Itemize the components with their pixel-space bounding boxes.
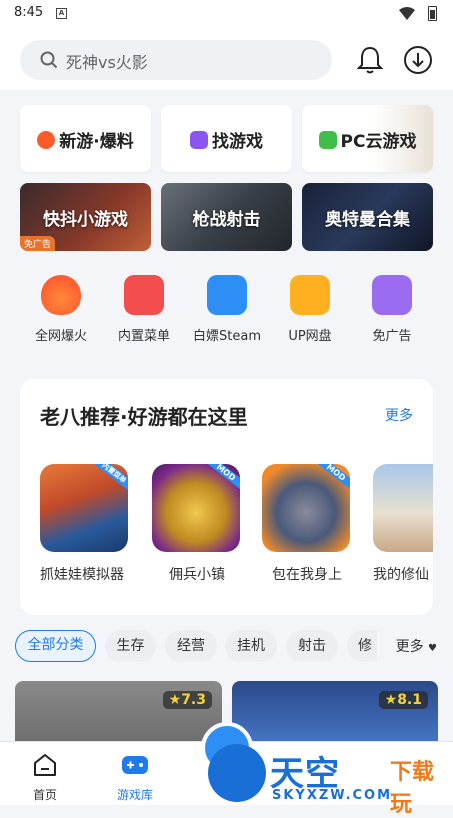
home-icon [34,754,56,776]
gamepad-icon [122,756,148,774]
gamepad-icon [190,131,208,149]
game-badge: MOD [204,464,240,491]
feature-label: UP网盘 [288,329,332,344]
ad-block-icon [372,275,412,315]
watermark-url: SKYXZW.COM [272,788,393,803]
game-name: 我的修仙 [373,567,429,583]
plane-logo-icon [208,744,266,802]
heart-down-icon: ♥ [428,643,437,654]
feature-up-cloud[interactable]: UP网盘 [267,275,353,344]
flame-tiktok-icon [41,275,81,315]
up-cloud-icon [290,275,330,315]
menu-badge-icon [124,275,164,315]
quick-card-label: 找游戏 [212,132,263,152]
category-more-label: 更多 [395,639,424,655]
banner-card-shooter[interactable]: 枪战射击 [161,183,292,251]
banner-label: 快抖小游戏 [43,210,128,230]
game-item[interactable]: MOD 包在我身上 [262,464,352,584]
banner-card-mini-games[interactable]: 快抖小游戏 免广告 [20,183,151,251]
category-chip[interactable]: 修 [347,630,377,662]
recommend-section: 老八推荐·好游都在这里 更多 内置菜单 抓娃娃模拟器 MOD 佣兵小镇 MOD … [20,379,433,615]
game-icon: MOD [262,464,350,552]
star-icon: ★ [168,692,182,708]
banner-card-ultraman[interactable]: 奥特曼合集 [302,183,433,251]
feature-built-in-menu[interactable]: 内置菜单 [101,275,187,344]
rating-badge: ★7.3 [162,691,212,709]
game-icon: 内置菜单 [40,464,128,552]
quick-card-label: 新游·爆料 [59,132,134,152]
game-badge: MOD [314,464,350,491]
battery-icon [428,6,437,21]
rating-value: 8.1 [397,692,422,708]
tab-label: 游戏库 [116,788,153,802]
feature-label: 内置菜单 [117,329,170,344]
category-chip-all[interactable]: 全部分类 [15,630,96,662]
fire-icon [37,131,56,149]
game-badge: 内置菜单 [92,464,128,492]
game-icon: MOD [152,464,240,552]
game-icon [373,464,433,552]
more-link[interactable]: 更多 [385,405,413,425]
feature-no-ads[interactable]: 免广告 [349,275,435,344]
category-chip[interactable]: 挂机 [225,630,277,662]
category-more-button[interactable]: 更多 ♥ [387,636,437,656]
monitor-icon [318,131,337,149]
banner-label: 枪战射击 [192,210,261,230]
feature-label: 免广告 [372,329,412,344]
wifi-icon [399,7,415,20]
search-bar[interactable]: 死神vs火影 [20,40,332,80]
feature-label: 全网爆火 [34,329,87,344]
category-chip[interactable]: 生存 [105,630,156,662]
watermark: 天空 下载玩 SKYXZW.COM [208,744,453,817]
game-name: 佣兵小镇 [169,567,225,583]
category-tabs: 全部分类 生存 经营 挂机 射击 修 更多 ♥ [0,630,453,666]
quick-card-label: PC云游戏 [340,132,417,152]
quick-card-pc-cloud[interactable]: PC云游戏 [302,105,433,172]
status-bar: 8:45 A [0,0,453,28]
watermark-sub: 下载玩 [390,760,435,817]
notification-icon: A [56,8,67,19]
quick-card-find-games[interactable]: 找游戏 [161,105,292,172]
game-item[interactable]: MOD 佣兵小镇 [152,464,242,584]
search-placeholder: 死神vs火影 [66,53,148,72]
game-name: 包在我身上 [272,567,342,583]
quick-card-new-games[interactable]: 新游·爆料 [20,105,151,172]
tab-game-library[interactable]: 游戏库 [90,752,180,803]
category-chip[interactable]: 经营 [165,630,217,662]
steam-monitor-icon [207,275,247,315]
game-name: 抓娃娃模拟器 [40,567,124,583]
rating-badge: ★8.1 [378,691,428,709]
rating-value: 7.3 [181,692,206,708]
feature-steam[interactable]: 白嫖Steam [184,275,270,344]
section-title: 老八推荐·好游都在这里 [40,405,248,429]
star-icon: ★ [384,692,398,708]
tab-label: 首页 [32,788,57,802]
feature-trending[interactable]: 全网爆火 [18,275,104,344]
feature-icons: 全网爆火 内置菜单 白嫖Steam UP网盘 免广告 [0,275,453,355]
game-item[interactable]: 我的修仙 [373,464,433,584]
bell-icon[interactable] [354,44,386,76]
tab-home[interactable]: 首页 [0,752,90,803]
game-item[interactable]: 内置菜单 抓娃娃模拟器 [40,464,130,584]
search-icon [40,51,58,69]
category-chip[interactable]: 射击 [286,630,338,662]
banner-tag: 免广告 [20,236,56,251]
status-time: 8:45 [14,5,44,20]
feature-label: 白嫖Steam [193,329,261,344]
header: 死神vs火影 [0,28,453,90]
download-icon[interactable] [402,44,434,76]
banner-label: 奥特曼合集 [325,210,410,230]
